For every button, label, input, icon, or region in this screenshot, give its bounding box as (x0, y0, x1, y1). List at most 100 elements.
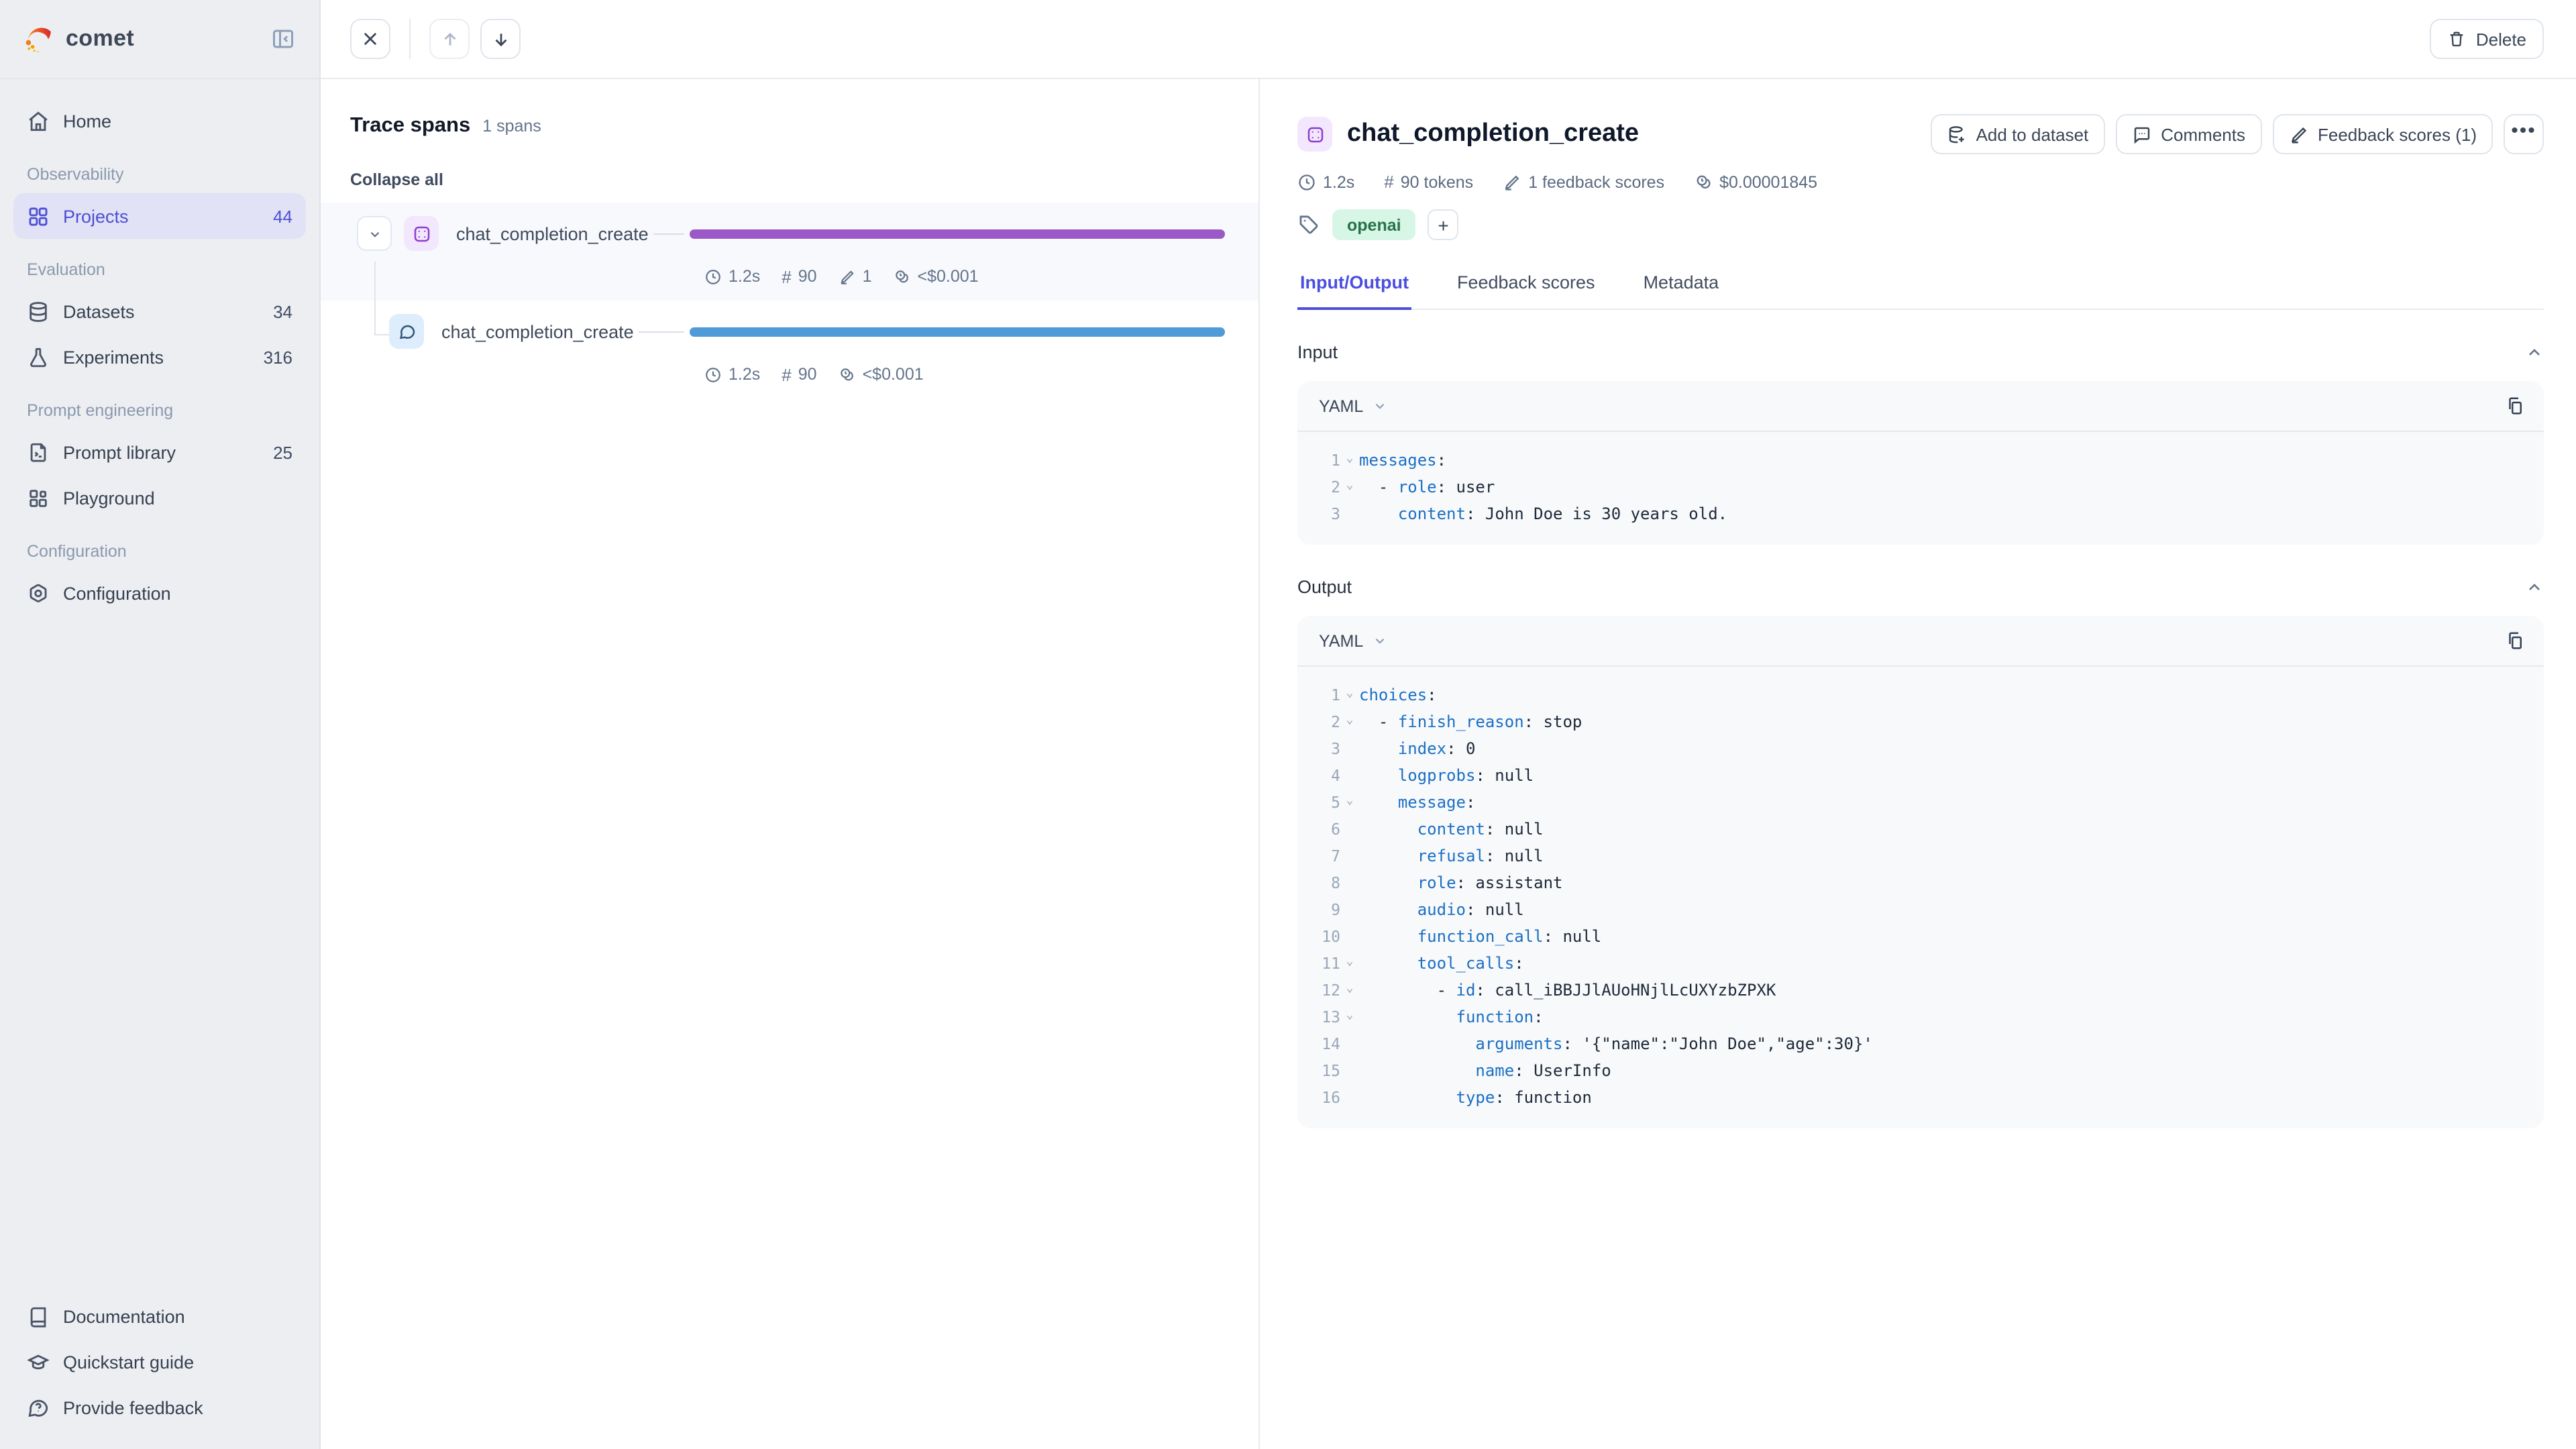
duration-bar (690, 229, 1225, 238)
clock-icon (704, 268, 722, 285)
arrow-down-icon (490, 29, 511, 49)
code-line: 1⌄messages: (1303, 447, 2530, 474)
code-line: 5⌄ message: (1303, 789, 2530, 816)
line-collapse-chevron[interactable]: ⌄ (1340, 789, 1359, 816)
sidebar-item-configuration[interactable]: Configuration (13, 570, 306, 616)
comments-button[interactable]: Comments (2115, 114, 2261, 154)
top-toolbar: Delete (321, 0, 2576, 79)
delete-button[interactable]: Delete (2430, 19, 2544, 59)
line-collapse-chevron[interactable]: ⌄ (1340, 447, 1359, 474)
playground-icon (27, 486, 50, 509)
format-select-value: YAML (1319, 396, 1363, 415)
collapse-section-button[interactable] (2525, 578, 2544, 596)
input-section-label: Input (1297, 342, 1338, 362)
meta-tokens: # 90 tokens (1384, 172, 1473, 192)
delete-button-label: Delete (2476, 29, 2526, 49)
clock-icon (704, 366, 722, 383)
expand-toggle-button[interactable] (357, 216, 392, 251)
trash-icon (2448, 30, 2467, 48)
chat-span-icon (389, 314, 424, 349)
close-icon (361, 30, 380, 48)
sidebar-item-label: Provide feedback (63, 1397, 203, 1417)
feedback-scores-label: Feedback scores (1) (2318, 124, 2477, 144)
tab-input-output[interactable]: Input/Output (1297, 262, 1411, 310)
output-section: Output YAML (1297, 577, 2544, 1128)
graduation-cap-icon (27, 1350, 50, 1373)
nav-section-prompt-engineering: Prompt engineering (27, 401, 292, 420)
previous-trace-button[interactable] (429, 19, 470, 59)
copy-button[interactable] (2505, 396, 2525, 416)
nav-section-evaluation: Evaluation (27, 260, 292, 279)
nav-section-configuration: Configuration (27, 542, 292, 561)
collapse-all-button[interactable]: Collapse all (350, 170, 1258, 189)
span-cost: <$0.001 (839, 365, 924, 384)
coins-icon (1694, 172, 1713, 191)
chevron-down-icon (367, 226, 382, 241)
line-collapse-chevron[interactable]: ⌄ (1340, 474, 1359, 500)
line-collapse-chevron[interactable]: ⌄ (1340, 1004, 1359, 1030)
detail-tabs: Input/Output Feedback scores Metadata (1297, 262, 2544, 310)
sidebar-item-playground[interactable]: Playground (13, 475, 306, 521)
line-collapse-chevron[interactable]: ⌄ (1340, 950, 1359, 977)
span-duration: 1.2s (704, 267, 760, 286)
line-collapse-chevron[interactable]: ⌄ (1340, 977, 1359, 1004)
format-select[interactable]: YAML (1319, 631, 1387, 650)
next-trace-button[interactable] (480, 19, 521, 59)
span-name: chat_completion_create (441, 321, 634, 341)
span-cost: <$0.001 (893, 267, 978, 286)
nav-section-observability: Observability (27, 165, 292, 184)
add-tag-button[interactable]: + (1428, 209, 1459, 240)
collapse-section-button[interactable] (2525, 343, 2544, 362)
input-code-block: 1⌄messages:2⌄ - role: user3 content: Joh… (1297, 432, 2544, 545)
tab-feedback-scores[interactable]: Feedback scores (1454, 262, 1598, 309)
prompt-library-count-badge: 25 (273, 442, 292, 462)
span-row-child[interactable]: chat_completion_create 1.2s # 90 (321, 301, 1258, 398)
coins-icon (893, 268, 910, 285)
sidebar-item-projects[interactable]: Projects 44 (13, 193, 306, 239)
sidebar-item-experiments[interactable]: Experiments 316 (13, 334, 306, 380)
tags-row: openai + (1297, 209, 2544, 240)
format-select[interactable]: YAML (1319, 396, 1387, 415)
trace-spans-title: Trace spans (350, 114, 470, 138)
trace-spans-panel: Trace spans 1 spans Collapse all (321, 79, 1260, 1449)
bar-connector-line (639, 331, 684, 332)
comet-logo-icon (21, 21, 56, 56)
line-collapse-chevron[interactable]: ⌄ (1340, 682, 1359, 708)
code-line: 3 index: 0 (1303, 735, 2530, 762)
add-to-dataset-button[interactable]: Add to dataset (1931, 114, 2105, 154)
duration-bar (690, 327, 1225, 336)
sidebar-collapse-icon[interactable] (268, 24, 298, 54)
sidebar-item-label: Configuration (63, 583, 171, 603)
span-row-root[interactable]: chat_completion_create 1.2s # 90 (321, 203, 1258, 301)
sidebar-nav: Home Observability Projects 44 Evaluatio… (0, 79, 319, 1293)
code-line: 16 type: function (1303, 1084, 2530, 1111)
format-select-value: YAML (1319, 631, 1363, 650)
sidebar-item-prompt-library[interactable]: Prompt library 25 (13, 429, 306, 475)
comet-logo[interactable]: comet (21, 21, 134, 56)
sidebar-item-provide-feedback[interactable]: Provide feedback (13, 1385, 306, 1430)
tag-openai[interactable]: openai (1332, 209, 1416, 240)
hash-icon: # (782, 364, 791, 384)
sidebar-item-quickstart-guide[interactable]: Quickstart guide (13, 1339, 306, 1385)
sidebar-footer: Documentation Quickstart guide Provide f… (0, 1293, 319, 1449)
grid-icon (27, 205, 50, 227)
pencil-icon (2288, 124, 2308, 144)
more-actions-button[interactable]: ••• (2504, 114, 2544, 154)
add-to-dataset-label: Add to dataset (1976, 124, 2089, 144)
sidebar-item-datasets[interactable]: Datasets 34 (13, 288, 306, 334)
line-collapse-chevron[interactable]: ⌄ (1340, 708, 1359, 735)
code-line: 2⌄ - role: user (1303, 474, 2530, 500)
input-code-card: YAML 1⌄messages:2⌄ - role: user3 content… (1297, 381, 2544, 545)
copy-icon (2505, 631, 2525, 651)
feedback-scores-button[interactable]: Feedback scores (1) (2272, 114, 2493, 154)
datasets-count-badge: 34 (273, 301, 292, 321)
copy-button[interactable] (2505, 631, 2525, 651)
code-line: 12⌄ - id: call_iBBJJlAUoHNjlLcUXYzbZPXK (1303, 977, 2530, 1004)
flask-icon (27, 345, 50, 368)
close-button[interactable] (350, 19, 390, 59)
clock-icon (1297, 172, 1316, 191)
sidebar-item-documentation[interactable]: Documentation (13, 1293, 306, 1339)
tab-metadata[interactable]: Metadata (1641, 262, 1722, 309)
code-line: 1⌄choices: (1303, 682, 2530, 708)
sidebar-item-home[interactable]: Home (13, 98, 306, 144)
